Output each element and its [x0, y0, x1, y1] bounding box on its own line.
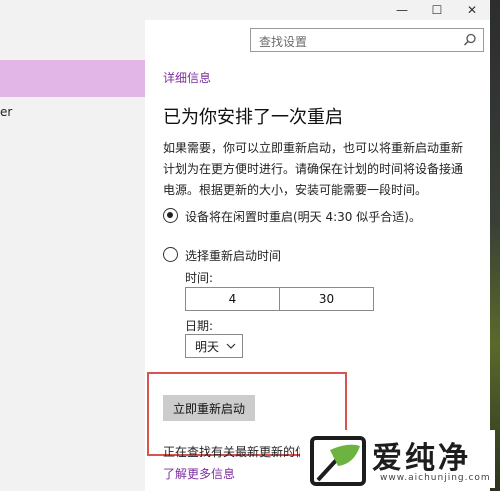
date-label: 日期:	[185, 319, 214, 333]
status-text: 正在查找有关最新更新的信	[163, 445, 308, 459]
time-minute-field[interactable]: 30	[279, 288, 373, 310]
date-dropdown[interactable]: 明天	[185, 334, 243, 358]
radio-choose-time-label[interactable]: 选择重新启动时间	[185, 247, 281, 264]
background-strip	[490, 0, 500, 491]
learn-more-link[interactable]: 了解更多信息	[163, 465, 235, 482]
page-heading: 已为你安排了一次重启	[163, 107, 343, 128]
close-button[interactable]: ✕	[455, 0, 489, 20]
maximize-button[interactable]: ☐	[420, 0, 454, 20]
search-icon[interactable]	[463, 33, 477, 47]
watermark-brand: 爱纯净	[372, 441, 471, 476]
time-label: 时间:	[185, 271, 214, 285]
restart-now-button[interactable]: 立即重新启动	[163, 395, 255, 421]
sidebar: er	[0, 20, 145, 491]
leaf-logo-icon	[310, 436, 366, 486]
description-text: 如果需要，你可以立即重新启动，也可以将重新启动重新计划为在更方便时进行。请确保在…	[163, 141, 464, 197]
details-link[interactable]: 详细信息	[163, 69, 211, 86]
radio-idle-restart[interactable]	[163, 208, 178, 223]
title-bar: — ☐ ✕	[0, 0, 490, 20]
search-placeholder: 查找设置	[259, 35, 308, 49]
time-picker[interactable]: 4 30	[185, 287, 374, 311]
radio-idle-restart-label[interactable]: 设备将在闲置时重启(明天 4:30 似乎合适)。	[185, 208, 421, 225]
minimize-button[interactable]: —	[385, 0, 419, 20]
chevron-down-icon	[226, 343, 236, 349]
radio-choose-time[interactable]	[163, 247, 178, 262]
date-dropdown-value: 明天	[195, 339, 220, 354]
watermark-url: www.aichunjing.com	[380, 473, 491, 483]
truncated-text-above: ▁▁ ▁▁▁▁ ▁▁ ▁	[163, 50, 274, 60]
time-hour-field[interactable]: 4	[186, 288, 279, 310]
sidebar-item-label[interactable]: er	[0, 105, 12, 119]
radio-selected-dot	[167, 212, 173, 218]
sidebar-item-selected[interactable]	[0, 60, 145, 97]
search-input[interactable]: 查找设置	[250, 28, 484, 52]
